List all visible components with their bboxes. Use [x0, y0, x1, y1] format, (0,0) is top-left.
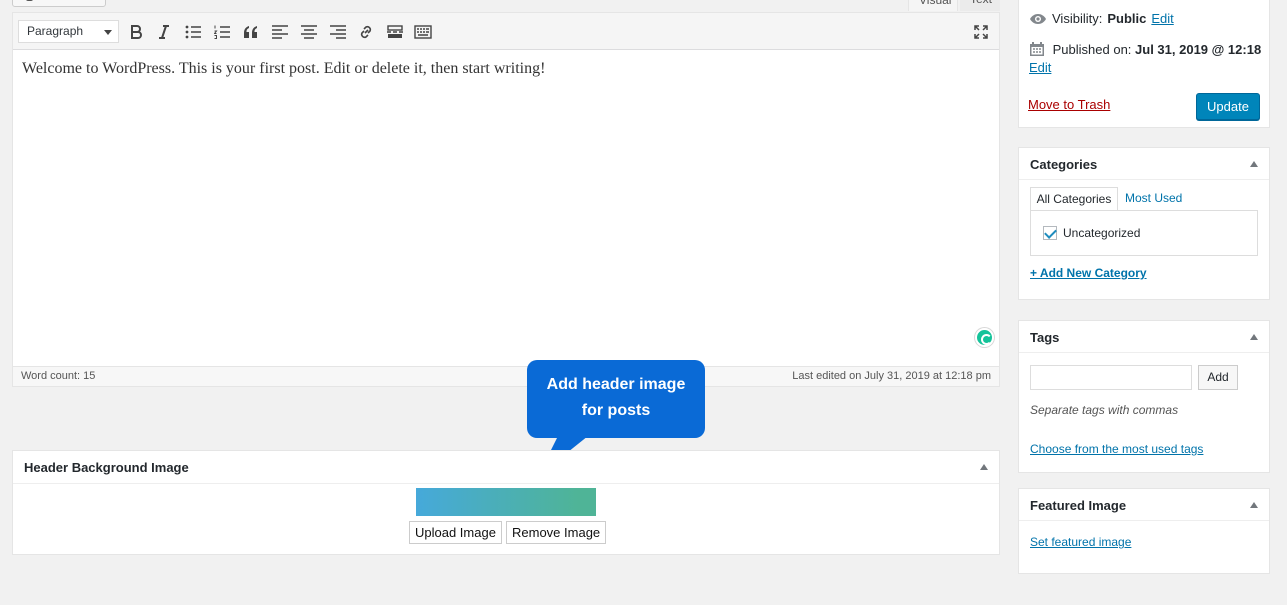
divider [13, 483, 999, 484]
visibility-value: Public [1107, 11, 1147, 26]
categories-box: Categories All Categories Most Used Unca… [1018, 147, 1270, 300]
tab-most-used[interactable]: Most Used [1125, 187, 1182, 209]
header-background-title: Header Background Image [24, 460, 189, 475]
category-checkbox-uncategorized[interactable] [1043, 226, 1057, 240]
bold-icon[interactable] [126, 22, 146, 42]
update-button[interactable]: Update [1196, 93, 1260, 120]
editor-toolbar: Paragraph [13, 13, 999, 50]
featured-image-box: Featured Image Set featured image [1018, 488, 1270, 574]
published-value: Jul 31, 2019 @ 12:18 [1135, 42, 1262, 57]
move-to-trash-link[interactable]: Move to Trash [1028, 97, 1110, 112]
divider [1019, 352, 1269, 353]
calendar-icon [1030, 42, 1044, 56]
word-count: Word count: 15 [21, 370, 96, 382]
collapse-toggle-icon[interactable] [1250, 334, 1258, 340]
category-list: Uncategorized [1030, 210, 1258, 256]
collapse-toggle-icon[interactable] [1250, 161, 1258, 167]
numbered-list-icon[interactable] [212, 22, 232, 42]
visibility-edit-link[interactable]: Edit [1151, 11, 1173, 26]
add-tag-button[interactable]: Add [1198, 365, 1238, 390]
header-image-preview [416, 488, 596, 516]
tab-visual[interactable]: Visual [908, 0, 958, 11]
remove-image-button[interactable]: Remove Image [506, 521, 607, 544]
add-new-category-link[interactable]: + Add New Category [1030, 266, 1147, 280]
last-edited: Last edited on July 31, 2019 at 12:18 pm [792, 370, 991, 382]
header-background-box: Header Background Image Upload Image Rem… [12, 450, 1000, 555]
top-stub-button[interactable] [12, 0, 106, 7]
divider [1019, 179, 1269, 180]
featured-image-title: Featured Image [1030, 498, 1127, 513]
format-select[interactable]: Paragraph [18, 20, 119, 43]
divider [1019, 520, 1269, 521]
published-row: Published on: Jul 31, 2019 @ 12:18 Edit [1029, 41, 1261, 77]
callout-line-1: Add header image [546, 376, 686, 393]
publish-box: Visibility: Public Edit Published on: Ju… [1018, 0, 1270, 128]
tag-hint: Separate tags with commas [1030, 403, 1179, 417]
read-more-icon[interactable] [385, 22, 405, 42]
category-label: Uncategorized [1063, 226, 1141, 240]
align-right-icon[interactable] [328, 22, 348, 42]
post-editor: Paragraph Welcome to WordPress. This is … [12, 12, 1000, 387]
tags-title: Tags [1030, 330, 1060, 345]
collapse-toggle-icon[interactable] [1250, 502, 1258, 508]
tags-box: Tags Add Separate tags with commas Choos… [1018, 320, 1270, 473]
published-label: Published on: [1052, 42, 1132, 57]
bulleted-list-icon[interactable] [183, 22, 203, 42]
tag-input[interactable] [1030, 365, 1192, 390]
link-icon[interactable] [356, 22, 376, 42]
published-edit-link[interactable]: Edit [1029, 60, 1051, 75]
tab-text[interactable]: Text [960, 0, 1000, 11]
eye-icon [1030, 13, 1046, 24]
visibility-label: Visibility: [1052, 11, 1103, 26]
categories-title: Categories [1030, 157, 1098, 172]
stub-icon [26, 0, 33, 1]
callout-line-2: for posts [581, 402, 651, 419]
italic-icon[interactable] [154, 22, 174, 42]
format-select-value: Paragraph [27, 24, 84, 38]
grammarly-icon[interactable] [975, 328, 994, 347]
fullscreen-icon[interactable] [971, 22, 991, 42]
align-center-icon[interactable] [299, 22, 319, 42]
blockquote-icon[interactable] [241, 22, 261, 42]
editor-statusbar: Word count: 15 Last edited on July 31, 2… [13, 366, 999, 386]
choose-most-used-tags-link[interactable]: Choose from the most used tags [1030, 442, 1203, 456]
callout-bubble: Add header image for posts [527, 360, 705, 438]
toolbar-toggle-icon[interactable] [413, 22, 433, 42]
visibility-row: Visibility: Public Edit [1029, 11, 1174, 26]
tab-all-categories[interactable]: All Categories [1030, 187, 1118, 210]
collapse-toggle-icon[interactable] [980, 464, 988, 470]
align-left-icon[interactable] [270, 22, 290, 42]
editor-content[interactable]: Welcome to WordPress. This is your first… [22, 60, 545, 78]
chevron-down-icon [104, 30, 112, 35]
upload-image-button[interactable]: Upload Image [409, 521, 502, 544]
set-featured-image-link[interactable]: Set featured image [1030, 535, 1131, 549]
